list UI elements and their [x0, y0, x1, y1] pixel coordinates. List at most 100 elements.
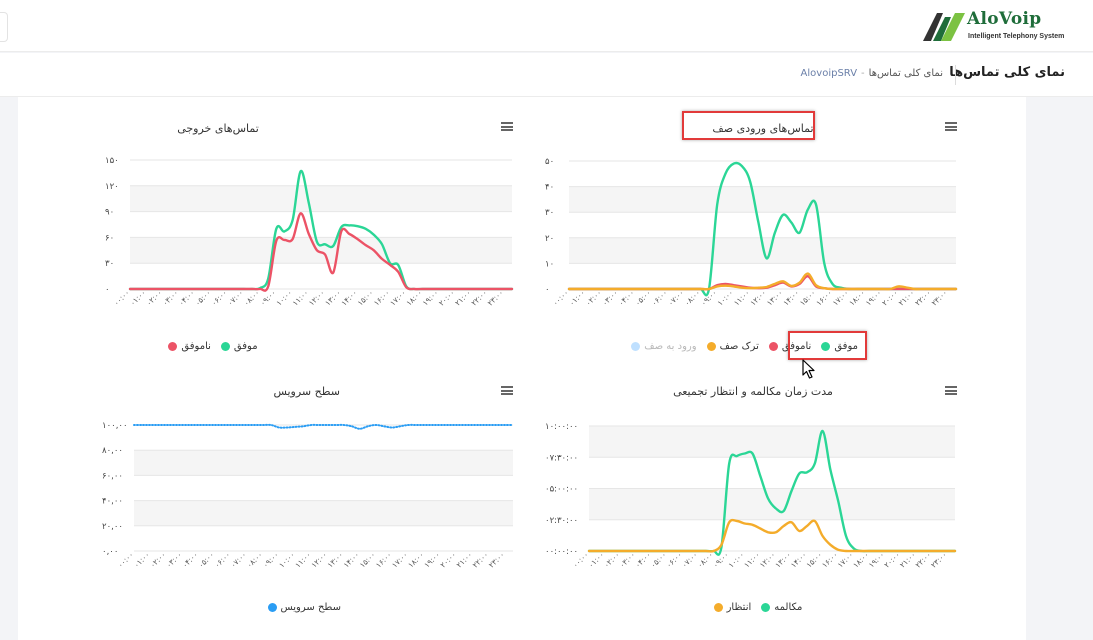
x-tick-label: ۱۳:۰۰ [765, 288, 785, 308]
y-tick-label: ۱۰ [545, 259, 554, 269]
x-tick-label: ۱۵:۰۰ [804, 550, 824, 570]
y-tick-label: ۰,۰۰ [102, 547, 118, 557]
x-tick-label: ۰۸:۰۰ [242, 288, 262, 308]
x-tick-label: ۰۳:۰۰ [618, 550, 638, 570]
x-tick-label: ۰۸:۰۰ [245, 550, 265, 570]
x-tick-label: ۱۳:۰۰ [326, 550, 346, 570]
x-tick-label: ۲۱:۰۰ [898, 550, 918, 570]
logo-mark-icon [923, 13, 965, 41]
x-tick-label: ۱۸:۰۰ [847, 288, 867, 308]
service-level-chart: ۰,۰۰ ۲۰,۰۰ ۴۰,۰۰ ۶۰,۰۰ ۸۰,۰۰ ۱۰۰,۰۰ ۰۰:۰۰۰۱:۰۰… [102, 421, 514, 570]
legend-item[interactable]: موفق [220, 341, 258, 352]
service-level-title: سطح سرویس [273, 385, 340, 398]
x-tick-label: ۲۲:۰۰ [471, 550, 491, 570]
x-tick-label: ۲۰:۰۰ [437, 288, 457, 308]
x-tick-label: ۱۲:۰۰ [758, 550, 778, 570]
top-bar: AloVoip Intelligent Telephony System [0, 0, 1093, 52]
x-tick-label: ۰۳:۰۰ [600, 288, 620, 308]
search-box[interactable] [0, 12, 8, 42]
x-tick-label: ۱۶:۰۰ [820, 550, 840, 570]
x-tick-label: ۰۰:۰۰ [116, 550, 136, 570]
x-tick-label: ۰۸:۰۰ [683, 288, 703, 308]
x-tick-label: ۲۳:۰۰ [487, 550, 507, 570]
legend-item[interactable]: ناموفق [168, 341, 211, 352]
legend-label: مکالمه [774, 602, 803, 613]
brand-logo[interactable]: AloVoip Intelligent Telephony System [921, 9, 1067, 45]
breadcrumb-separator: - [861, 68, 865, 79]
x-tick-label: ۰۸:۰۰ [695, 550, 715, 570]
brand-name: AloVoip [967, 9, 1042, 29]
y-tick-label: ۹۰ [105, 208, 114, 218]
x-tick-label: ۰۵:۰۰ [193, 288, 213, 308]
x-tick-label: ۱۳:۰۰ [773, 550, 793, 570]
x-tick-label: ۱۵:۰۰ [358, 550, 378, 570]
legend-marker-icon [761, 603, 771, 612]
x-tick-label: ۱۸:۰۰ [404, 288, 424, 308]
series-line-سطح سرویس [133, 423, 514, 430]
legend-item[interactable]: ترک صف [706, 341, 759, 352]
queue-incoming-card: تماس‌های ورودی صف ۰ ۱۰ ۲۰ ۳۰ ۴۰ ۵۰ ۰۰:۰۰ ۰۱:۰۰ ۰… [523, 97, 1013, 367]
x-tick-label: ۰۲:۰۰ [148, 550, 168, 570]
x-tick-label: ۰۵:۰۰ [197, 550, 217, 570]
queue-incoming-legend: موفق ناموفق ترک صف ورود به صف [631, 341, 858, 352]
x-tick-label: ۱۹:۰۰ [421, 288, 441, 308]
durations-legend: مکالمه انتظار [693, 602, 823, 613]
x-tick-label: ۲۰:۰۰ [438, 550, 458, 570]
x-tick-label: ۰۴:۰۰ [177, 288, 197, 308]
legend-label: سطح سرویس [280, 602, 341, 613]
x-tick-label: ۰۶:۰۰ [664, 550, 684, 570]
x-tick-label: ۰۱:۰۰ [132, 550, 152, 570]
x-tick-label: ۰۴:۰۰ [633, 550, 653, 570]
durations-menu-icon[interactable] [945, 386, 957, 395]
grid-band [134, 500, 513, 526]
y-tick-label: ۴۰,۰۰ [102, 497, 123, 507]
grid-band [134, 450, 513, 476]
x-tick-label: ۲۳:۰۰ [929, 550, 949, 570]
legend-label: ورود به صف [644, 341, 697, 352]
legend-item[interactable]: سطح سرویس [267, 602, 341, 613]
x-tick-label: ۰۱:۰۰ [567, 288, 587, 308]
queue-incoming-menu-icon[interactable] [945, 122, 957, 131]
legend-item[interactable]: انتظار [713, 602, 751, 613]
outgoing-menu-icon[interactable] [501, 122, 513, 131]
y-tick-label: ۵۰ [545, 157, 554, 167]
x-tick-label: ۰۵:۰۰ [633, 288, 653, 308]
y-tick-label: ۳۰ [545, 208, 554, 218]
legend-item[interactable]: ناموفق [768, 341, 812, 352]
page-title: نمای کلی تماس‌ها [949, 65, 1065, 80]
legend-marker-icon [706, 342, 716, 351]
dashboard-panel: تماس‌های خروجی ۰ ۳۰ ۶۰ ۹۰ ۱۲۰ ۱۵۰ ۰۰:۰۰ ۰۱:۰۰ ۰۲… [18, 97, 1026, 640]
outgoing-calls-title: تماس‌های خروجی [177, 122, 259, 135]
x-tick-label: ۰۳:۰۰ [161, 288, 181, 308]
x-tick-label: ۱۰:۰۰ [277, 550, 297, 570]
x-tick-label: ۱۵:۰۰ [798, 288, 818, 308]
legend-marker-icon [267, 603, 277, 612]
x-tick-label: ۱۸:۰۰ [851, 550, 871, 570]
legend-label: ناموفق [781, 341, 812, 352]
legend-item[interactable]: مکالمه [761, 602, 802, 613]
x-tick-label: ۲۱:۰۰ [897, 288, 917, 308]
grid-band [589, 426, 955, 458]
legend-item[interactable]: ورود به صف [631, 341, 697, 352]
x-tick-label: ۰۶:۰۰ [213, 550, 233, 570]
x-tick-label: ۲۰:۰۰ [882, 550, 902, 570]
legend-marker-icon [168, 342, 178, 351]
y-tick-label: ۰ [105, 285, 110, 295]
queue-incoming-title: تماس‌های ورودی صف [712, 122, 814, 135]
x-tick-label: ۰۶:۰۰ [650, 288, 670, 308]
y-tick-label: ۶۰ [105, 233, 114, 243]
x-tick-label: ۱۴:۰۰ [781, 288, 801, 308]
x-tick-label: ۱۵:۰۰ [356, 288, 376, 308]
outgoing-calls-card: تماس‌های خروجی ۰ ۳۰ ۶۰ ۹۰ ۱۲۰ ۱۵۰ ۰۰:۰۰ ۰۱:۰۰ ۰۲… [78, 97, 538, 367]
x-tick-label: ۱۸:۰۰ [406, 550, 426, 570]
x-tick-label: ۲۱:۰۰ [453, 288, 473, 308]
durations-card: مدت زمان مکالمه و انتظار تجمیعی ۰۰:۰۰:۰۰… [523, 379, 1013, 639]
service-level-menu-icon[interactable] [501, 386, 513, 395]
grid-band [130, 185, 512, 212]
legend-item[interactable]: موفق [821, 341, 858, 352]
x-tick-label: ۱۹:۰۰ [864, 288, 884, 308]
y-tick-label: ۳۰ [105, 259, 114, 269]
y-tick-label: ۰ [545, 285, 550, 295]
breadcrumb: نمای کلی تماس‌ها-AlovoipSRV [801, 68, 943, 79]
breadcrumb-home[interactable]: AlovoipSRV [801, 68, 858, 79]
